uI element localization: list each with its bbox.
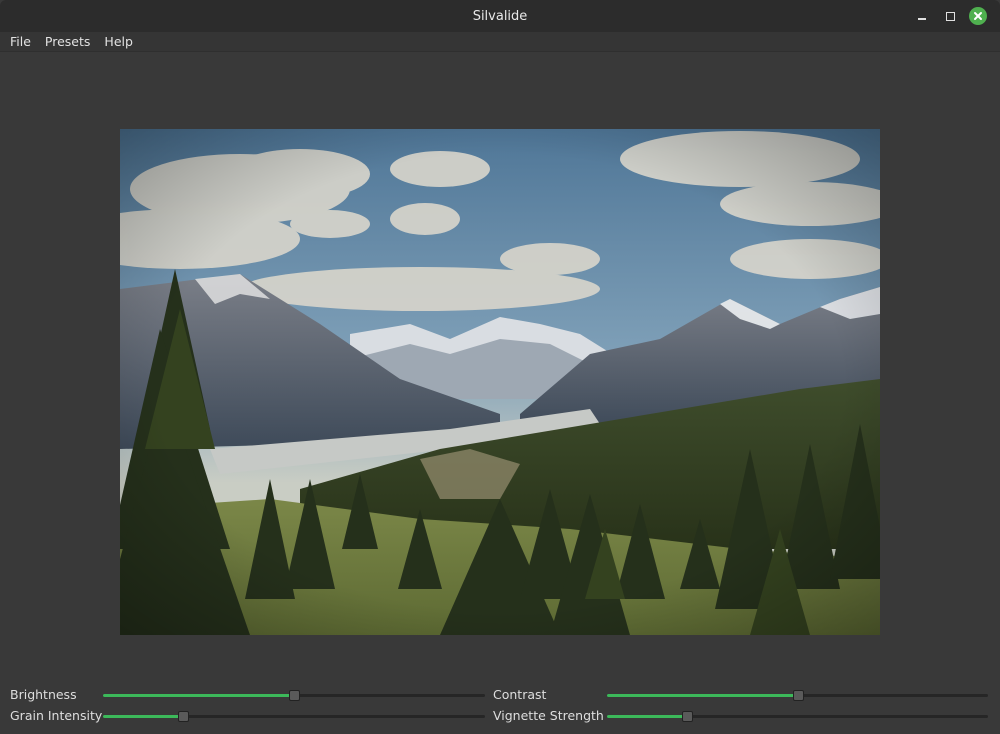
image-canvas[interactable] (120, 129, 880, 635)
close-button[interactable] (964, 0, 992, 32)
menu-file[interactable]: File (3, 32, 38, 52)
close-icon (969, 7, 987, 25)
vignette-strength-control: Vignette Strength (493, 706, 988, 726)
brightness-slider-handle[interactable] (289, 690, 300, 701)
minimize-icon (918, 18, 926, 20)
grain-intensity-slider[interactable] (103, 711, 485, 722)
brightness-label: Brightness (10, 687, 77, 702)
menu-bar: File Presets Help (0, 32, 1000, 52)
maximize-button[interactable] (936, 0, 964, 32)
maximize-icon (945, 11, 955, 21)
menu-presets[interactable]: Presets (38, 32, 98, 52)
grain-intensity-control: Grain Intensity (10, 706, 485, 726)
app-window: Silvalide File Presets Help Brightness C… (0, 0, 1000, 734)
minimize-button[interactable] (908, 0, 936, 32)
vignette-strength-slider[interactable] (607, 711, 988, 722)
grain-intensity-label: Grain Intensity (10, 708, 103, 723)
window-controls (908, 0, 992, 32)
grain-intensity-slider-fill (103, 715, 184, 718)
adjustment-panel: Brightness Contrast Grain Intensity Vign… (0, 685, 1000, 731)
brightness-control: Brightness (10, 685, 485, 705)
brightness-slider[interactable] (103, 690, 485, 701)
contrast-slider-handle[interactable] (792, 690, 804, 701)
brightness-slider-fill (103, 694, 294, 697)
title-bar[interactable]: Silvalide (0, 0, 1000, 32)
vignette-strength-slider-fill (607, 715, 687, 718)
contrast-label: Contrast (493, 687, 547, 702)
landscape-photo (120, 129, 880, 635)
window-title: Silvalide (472, 8, 528, 24)
contrast-control: Contrast (493, 685, 988, 705)
contrast-slider-fill (607, 694, 798, 697)
contrast-slider[interactable] (607, 690, 988, 701)
vignette-strength-slider-handle[interactable] (682, 711, 693, 722)
vignette-strength-label: Vignette Strength (493, 708, 604, 723)
menu-help[interactable]: Help (97, 32, 140, 52)
grain-intensity-slider-handle[interactable] (178, 711, 190, 722)
